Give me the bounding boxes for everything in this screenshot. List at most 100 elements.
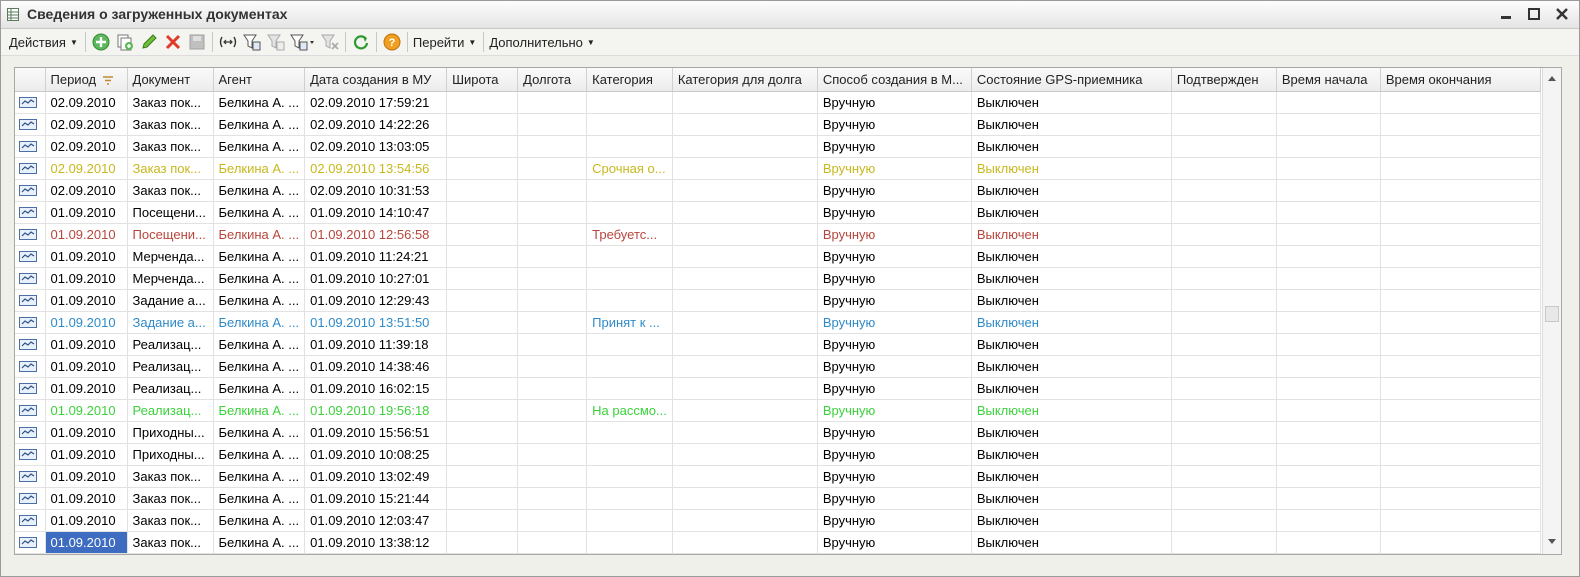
vertical-scrollbar[interactable]	[1542, 68, 1561, 554]
copy-icon[interactable]	[113, 31, 137, 53]
debt-category-cell[interactable]	[672, 399, 818, 422]
document-cell[interactable]: Заказ пок...	[127, 157, 214, 180]
category-cell[interactable]	[586, 179, 673, 202]
start-time-cell[interactable]	[1276, 179, 1381, 202]
gps-state-cell[interactable]: Выключен	[971, 531, 1172, 554]
start-time-cell[interactable]	[1276, 377, 1381, 400]
confirmed-cell[interactable]	[1171, 355, 1277, 378]
created-cell[interactable]: 01.09.2010 13:51:50	[304, 311, 448, 334]
method-cell[interactable]: Вручную	[817, 267, 972, 290]
document-cell[interactable]: Приходны...	[127, 421, 214, 444]
gps-state-cell[interactable]: Выключен	[971, 157, 1172, 180]
end-time-cell[interactable]	[1380, 223, 1541, 246]
gps-state-cell[interactable]: Выключен	[971, 399, 1172, 422]
confirmed-cell[interactable]	[1171, 311, 1277, 334]
table-row[interactable]: 02.09.2010 Заказ пок... Белкина А. ... 02.0…	[15, 91, 1541, 114]
debt-category-cell[interactable]	[672, 113, 818, 136]
latitude-cell[interactable]	[446, 157, 519, 180]
actions-menu[interactable]: Действия ▼	[1, 31, 82, 53]
end-time-cell[interactable]	[1380, 465, 1541, 488]
category-cell[interactable]	[586, 289, 673, 312]
method-cell[interactable]: Вручную	[817, 289, 972, 312]
method-cell[interactable]: Вручную	[817, 135, 972, 158]
longitude-cell[interactable]	[517, 113, 588, 136]
gps-state-cell[interactable]: Выключен	[971, 135, 1172, 158]
longitude-cell[interactable]	[517, 399, 588, 422]
created-cell[interactable]: 02.09.2010 14:22:26	[304, 113, 448, 136]
end-time-cell[interactable]	[1380, 531, 1541, 554]
gps-state-cell[interactable]: Выключен	[971, 223, 1172, 246]
longitude-cell[interactable]	[517, 157, 588, 180]
gps-state-cell[interactable]: Выключен	[971, 289, 1172, 312]
method-cell[interactable]: Вручную	[817, 487, 972, 510]
confirmed-cell[interactable]	[1171, 531, 1277, 554]
gps-state-cell[interactable]: Выключен	[971, 509, 1172, 532]
start-time-cell[interactable]	[1276, 333, 1381, 356]
table-row[interactable]: 02.09.2010 Заказ пок... Белкина А. ... 02.0…	[15, 113, 1541, 136]
created-cell[interactable]: 01.09.2010 13:02:49	[304, 465, 448, 488]
confirmed-cell[interactable]	[1171, 135, 1277, 158]
end-time-cell[interactable]	[1380, 399, 1541, 422]
method-cell[interactable]: Вручную	[817, 157, 972, 180]
method-cell[interactable]: Вручную	[817, 377, 972, 400]
debt-category-cell[interactable]	[672, 245, 818, 268]
category-cell[interactable]	[586, 443, 673, 466]
longitude-cell[interactable]	[517, 289, 588, 312]
filter-menu-icon[interactable]	[288, 31, 318, 53]
agent-cell[interactable]: Белкина А. ...	[213, 399, 306, 422]
document-cell[interactable]: Реализац...	[127, 333, 214, 356]
latitude-cell[interactable]	[446, 465, 519, 488]
period-cell[interactable]: 01.09.2010	[45, 377, 128, 400]
debt-category-cell[interactable]	[672, 289, 818, 312]
start-time-cell[interactable]	[1276, 201, 1381, 224]
created-cell[interactable]: 01.09.2010 15:56:51	[304, 421, 448, 444]
document-cell[interactable]: Реализац...	[127, 355, 214, 378]
document-cell[interactable]: Задание а...	[127, 311, 214, 334]
category-cell[interactable]	[586, 333, 673, 356]
document-cell[interactable]: Заказ пок...	[127, 91, 214, 114]
category-cell[interactable]	[586, 421, 673, 444]
scroll-up-icon[interactable]	[1544, 70, 1560, 86]
period-cell[interactable]: 02.09.2010	[45, 157, 128, 180]
category-cell[interactable]	[586, 487, 673, 510]
end-time-cell[interactable]	[1380, 443, 1541, 466]
latitude-cell[interactable]	[446, 355, 519, 378]
debt-category-cell[interactable]	[672, 377, 818, 400]
confirmed-cell[interactable]	[1171, 289, 1277, 312]
category-cell[interactable]	[586, 267, 673, 290]
longitude-cell[interactable]	[517, 443, 588, 466]
delete-icon[interactable]	[161, 31, 185, 53]
refresh-icon[interactable]	[349, 31, 373, 53]
created-cell[interactable]: 02.09.2010 13:54:56	[304, 157, 448, 180]
category-cell[interactable]	[586, 245, 673, 268]
column-header-document[interactable]: Документ	[127, 68, 214, 92]
gps-state-cell[interactable]: Выключен	[971, 201, 1172, 224]
latitude-cell[interactable]	[446, 179, 519, 202]
table-row[interactable]: 01.09.2010 Заказ пок... Белкина А. ... 01.0…	[15, 465, 1541, 488]
period-cell[interactable]: 02.09.2010	[45, 135, 128, 158]
agent-cell[interactable]: Белкина А. ...	[213, 179, 306, 202]
table-row[interactable]: 01.09.2010 Задание а... Белкина А. ... 01.0…	[15, 289, 1541, 312]
created-cell[interactable]: 01.09.2010 15:21:44	[304, 487, 448, 510]
column-header-period[interactable]: Период	[45, 68, 128, 92]
confirmed-cell[interactable]	[1171, 443, 1277, 466]
latitude-cell[interactable]	[446, 421, 519, 444]
scroll-down-icon[interactable]	[1544, 534, 1560, 550]
table-row[interactable]: 01.09.2010 Заказ пок... Белкина А. ... 01.0…	[15, 487, 1541, 510]
start-time-cell[interactable]	[1276, 91, 1381, 114]
debt-category-cell[interactable]	[672, 201, 818, 224]
confirmed-cell[interactable]	[1171, 91, 1277, 114]
debt-category-cell[interactable]	[672, 531, 818, 554]
longitude-cell[interactable]	[517, 311, 588, 334]
agent-cell[interactable]: Белкина А. ...	[213, 113, 306, 136]
longitude-cell[interactable]	[517, 135, 588, 158]
agent-cell[interactable]: Белкина А. ...	[213, 91, 306, 114]
period-cell[interactable]: 01.09.2010	[45, 421, 128, 444]
debt-category-cell[interactable]	[672, 443, 818, 466]
column-header-debt-category[interactable]: Категория для долга	[672, 68, 818, 92]
table-row[interactable]: 01.09.2010 Приходны... Белкина А. ... 01.09…	[15, 443, 1541, 466]
period-cell[interactable]: 01.09.2010	[45, 487, 128, 510]
longitude-cell[interactable]	[517, 509, 588, 532]
table-row[interactable]: 02.09.2010 Заказ пок... Белкина А. ... 02.0…	[15, 179, 1541, 202]
agent-cell[interactable]: Белкина А. ...	[213, 267, 306, 290]
